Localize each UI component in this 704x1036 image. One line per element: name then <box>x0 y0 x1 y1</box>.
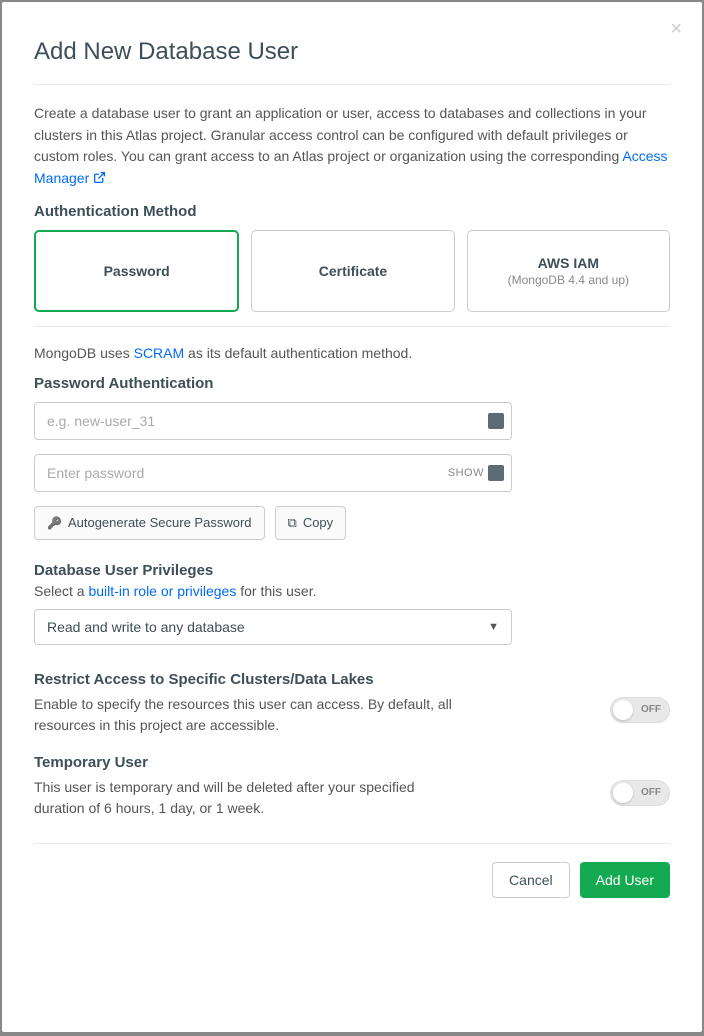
restrict-access-toggle[interactable]: OFF <box>610 697 670 723</box>
auth-method-aws-iam[interactable]: AWS IAM (MongoDB 4.4 and up) <box>467 230 670 312</box>
auth-method-label-text: Password <box>104 263 170 279</box>
auth-method-group: Password Certificate AWS IAM (MongoDB 4.… <box>34 230 670 312</box>
username-field-wrap <box>34 402 512 440</box>
auth-method-label: Authentication Method <box>34 203 670 220</box>
temporary-user-label: Temporary User <box>34 754 464 771</box>
auth-method-sublabel: (MongoDB 4.4 and up) <box>508 273 629 287</box>
scram-note-post: as its default authentication method. <box>184 345 412 361</box>
input-suffix-icon <box>488 413 504 429</box>
cancel-button[interactable]: Cancel <box>492 862 570 898</box>
temporary-user-description: This user is temporary and will be delet… <box>34 777 464 819</box>
copy-label: Copy <box>303 515 333 530</box>
key-icon <box>47 515 62 530</box>
privileges-selected-value: Read and write to any database <box>47 619 245 635</box>
scram-note: MongoDB uses SCRAM as its default authen… <box>34 345 670 361</box>
copy-icon <box>288 515 297 531</box>
auth-method-password[interactable]: Password <box>34 230 239 312</box>
add-user-button[interactable]: Add User <box>580 862 670 898</box>
username-input[interactable] <box>34 402 512 440</box>
autogenerate-password-button[interactable]: Autogenerate Secure Password <box>34 506 265 540</box>
privileges-helper-pre: Select a <box>34 583 88 599</box>
close-icon[interactable]: × <box>670 18 682 41</box>
autogenerate-label: Autogenerate Secure Password <box>68 515 252 530</box>
description-text: Create a database user to grant an appli… <box>34 105 647 164</box>
restrict-access-row: Restrict Access to Specific Clusters/Dat… <box>34 671 670 736</box>
toggle-off-label: OFF <box>641 704 661 715</box>
privileges-select[interactable]: Read and write to any database ▼ <box>34 609 512 645</box>
divider <box>34 843 670 844</box>
restrict-access-description: Enable to specify the resources this use… <box>34 694 464 736</box>
password-auth-label: Password Authentication <box>34 375 670 392</box>
password-field-wrap: SHOW <box>34 454 512 492</box>
toggle-knob <box>613 700 633 720</box>
copy-password-button[interactable]: Copy <box>275 506 347 540</box>
privileges-helper: Select a built-in role or privileges for… <box>34 583 670 599</box>
restrict-access-label: Restrict Access to Specific Clusters/Dat… <box>34 671 464 688</box>
privileges-label: Database User Privileges <box>34 562 670 579</box>
modal-description: Create a database user to grant an appli… <box>34 103 670 191</box>
show-password-button[interactable]: SHOW <box>448 467 484 479</box>
external-link-icon <box>93 169 106 191</box>
privileges-helper-post: for this user. <box>236 583 316 599</box>
scram-note-pre: MongoDB uses <box>34 345 134 361</box>
divider <box>34 326 670 327</box>
divider <box>34 84 670 85</box>
password-input[interactable] <box>34 454 512 492</box>
modal-title: Add New Database User <box>34 38 670 66</box>
modal-footer: Cancel Add User <box>34 862 670 898</box>
chevron-down-icon: ▼ <box>488 621 499 633</box>
auth-method-label-text: AWS IAM <box>538 255 599 271</box>
temporary-user-row: Temporary User This user is temporary an… <box>34 754 670 819</box>
auth-method-certificate[interactable]: Certificate <box>251 230 454 312</box>
password-buttons-row: Autogenerate Secure Password Copy <box>34 506 670 540</box>
temporary-user-toggle[interactable]: OFF <box>610 780 670 806</box>
auth-method-label-text: Certificate <box>319 263 387 279</box>
add-database-user-modal: × Add New Database User Create a databas… <box>2 2 702 1032</box>
toggle-knob <box>613 783 633 803</box>
built-in-role-link[interactable]: built-in role or privileges <box>88 583 236 599</box>
scram-link[interactable]: SCRAM <box>134 345 185 361</box>
input-suffix-icon <box>488 465 504 481</box>
toggle-off-label: OFF <box>641 787 661 798</box>
